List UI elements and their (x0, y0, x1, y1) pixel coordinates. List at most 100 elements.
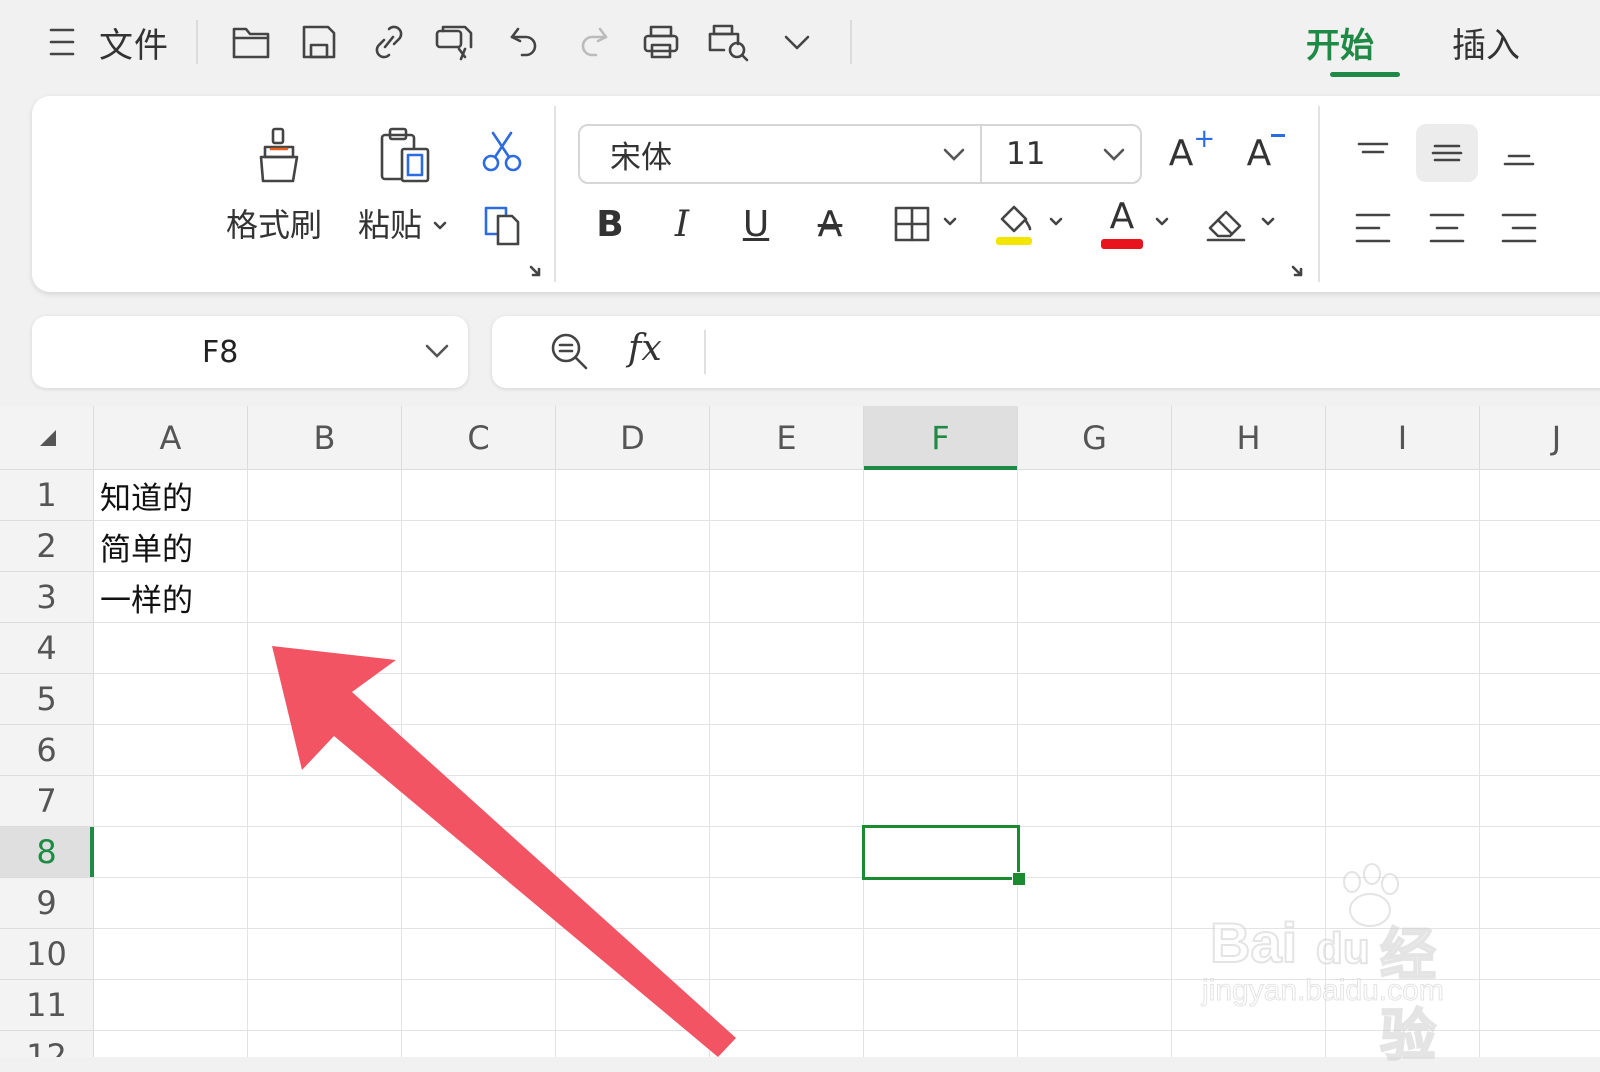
tab-home[interactable]: 开始 (1306, 18, 1374, 67)
cell-i1[interactable] (1326, 470, 1480, 521)
cell-d11[interactable] (556, 980, 710, 1031)
paste-dropdown-icon[interactable] (428, 214, 452, 238)
cell-b11[interactable] (248, 980, 402, 1031)
cell-h5[interactable] (1172, 674, 1326, 725)
fill-handle[interactable] (1012, 872, 1026, 886)
cell-c9[interactable] (402, 878, 556, 929)
cell-c4[interactable] (402, 623, 556, 674)
cell-d5[interactable] (556, 674, 710, 725)
cell-c11[interactable] (402, 980, 556, 1031)
cell-g10[interactable] (1018, 929, 1172, 980)
cell-d2[interactable] (556, 521, 710, 572)
cell-e8[interactable] (710, 827, 864, 878)
cell-a11[interactable] (94, 980, 248, 1031)
print-preview-icon[interactable] (704, 14, 754, 70)
cell-i2[interactable] (1326, 521, 1480, 572)
print-icon[interactable] (636, 14, 686, 70)
cell-b1[interactable] (248, 470, 402, 521)
underline-button[interactable]: U (730, 198, 782, 250)
cell-b3[interactable] (248, 572, 402, 623)
cell-c1[interactable] (402, 470, 556, 521)
cell-c7[interactable] (402, 776, 556, 827)
cell-c6[interactable] (402, 725, 556, 776)
cell-h4[interactable] (1172, 623, 1326, 674)
cell-g8[interactable] (1018, 827, 1172, 878)
column-header-e[interactable]: E (710, 406, 864, 470)
cell-j9[interactable] (1480, 878, 1600, 929)
link-icon[interactable] (364, 14, 414, 70)
cell-c10[interactable] (402, 929, 556, 980)
row-header-4[interactable]: 4 (0, 623, 94, 674)
row-header-6[interactable]: 6 (0, 725, 94, 776)
cell-d6[interactable] (556, 725, 710, 776)
cell-e7[interactable] (710, 776, 864, 827)
cell-c3[interactable] (402, 572, 556, 623)
row-header-8[interactable]: 8 (0, 827, 94, 878)
cell-i5[interactable] (1326, 674, 1480, 725)
row-header-9[interactable]: 9 (0, 878, 94, 929)
cut-icon[interactable] (474, 126, 530, 176)
column-header-a[interactable]: A (94, 406, 248, 470)
row-header-7[interactable]: 7 (0, 776, 94, 827)
column-header-d[interactable]: D (556, 406, 710, 470)
cell-g11[interactable] (1018, 980, 1172, 1031)
formula-bar[interactable]: fx (492, 316, 1600, 388)
cell-j8[interactable] (1480, 827, 1600, 878)
cell-b4[interactable] (248, 623, 402, 674)
select-all-corner[interactable] (0, 406, 94, 470)
column-header-i[interactable]: I (1326, 406, 1480, 470)
format-painter-label[interactable]: 格式刷 (226, 200, 322, 246)
copy-icon[interactable] (474, 200, 530, 250)
cell-a3[interactable]: 一样的 (94, 572, 248, 623)
cell-f9[interactable] (864, 878, 1018, 929)
align-left-icon[interactable] (1342, 200, 1404, 256)
cell-b10[interactable] (248, 929, 402, 980)
cell-g7[interactable] (1018, 776, 1172, 827)
cell-g1[interactable] (1018, 470, 1172, 521)
clipboard-expand-icon[interactable] (526, 262, 544, 280)
font-name-select[interactable]: 宋体 (578, 124, 982, 184)
cell-b12[interactable] (248, 1031, 402, 1057)
align-bottom-icon[interactable] (1488, 124, 1550, 182)
cell-f11[interactable] (864, 980, 1018, 1031)
font-color-button[interactable]: A (1094, 196, 1150, 252)
cell-e6[interactable] (710, 725, 864, 776)
cell-d7[interactable] (556, 776, 710, 827)
more-icon[interactable] (774, 14, 820, 70)
cell-h1[interactable] (1172, 470, 1326, 521)
cell-j10[interactable] (1480, 929, 1600, 980)
cell-i4[interactable] (1326, 623, 1480, 674)
align-middle-icon[interactable] (1416, 124, 1478, 182)
function-label[interactable]: fx (628, 328, 662, 369)
cell-f6[interactable] (864, 725, 1018, 776)
format-painter-icon[interactable] (242, 122, 316, 188)
cell-e12[interactable] (710, 1031, 864, 1057)
cell-b8[interactable] (248, 827, 402, 878)
cell-f5[interactable] (864, 674, 1018, 725)
name-box[interactable]: F8 (32, 316, 468, 388)
cell-g2[interactable] (1018, 521, 1172, 572)
cell-j2[interactable] (1480, 521, 1600, 572)
align-center-icon[interactable] (1416, 200, 1478, 256)
cell-g5[interactable] (1018, 674, 1172, 725)
column-header-c[interactable]: C (402, 406, 556, 470)
column-header-h[interactable]: H (1172, 406, 1326, 470)
font-expand-icon[interactable] (1288, 262, 1306, 280)
cell-e10[interactable] (710, 929, 864, 980)
cell-j6[interactable] (1480, 725, 1600, 776)
cell-h3[interactable] (1172, 572, 1326, 623)
file-menu[interactable]: 文件 (94, 14, 174, 70)
cell-d10[interactable] (556, 929, 710, 980)
cell-f1[interactable] (864, 470, 1018, 521)
fill-color-dropdown-icon[interactable] (1046, 212, 1066, 232)
undo-icon[interactable] (500, 14, 550, 70)
cell-j1[interactable] (1480, 470, 1600, 521)
paste-label[interactable]: 粘贴 (358, 200, 422, 246)
column-header-j[interactable]: J (1480, 406, 1600, 470)
paste-icon[interactable] (368, 122, 442, 188)
cell-f4[interactable] (864, 623, 1018, 674)
cell-a2[interactable]: 简单的 (94, 521, 248, 572)
cell-e3[interactable] (710, 572, 864, 623)
cell-g6[interactable] (1018, 725, 1172, 776)
cell-i7[interactable] (1326, 776, 1480, 827)
